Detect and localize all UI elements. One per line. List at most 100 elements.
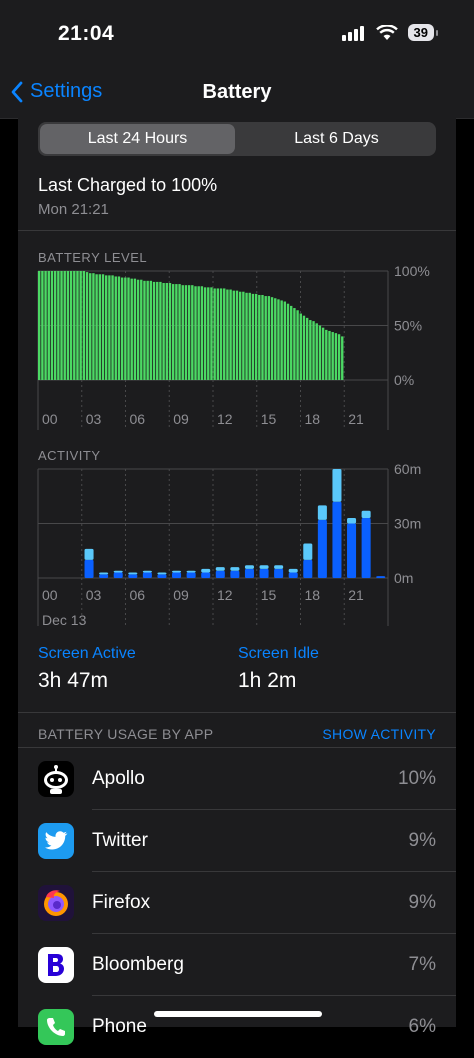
battery-level-bar <box>270 297 274 380</box>
activity-active-bar <box>186 572 196 578</box>
battery-level-bar <box>337 334 341 380</box>
battery-level-bar <box>53 271 57 380</box>
app-row-bloomberg[interactable]: Bloomberg 7% <box>18 934 456 996</box>
battery-level-bar <box>325 329 328 380</box>
battery-level-bar <box>216 288 220 380</box>
battery-level-bar <box>341 336 344 380</box>
battery-level-bar <box>223 288 226 380</box>
wifi-icon <box>375 24 398 40</box>
activity-idle-bar <box>142 570 152 573</box>
battery-level-bar <box>274 298 277 380</box>
x-tick-label: 00 <box>42 411 58 427</box>
battery-level-bar <box>194 286 197 380</box>
battery-level-bar <box>47 271 50 380</box>
activity-active-bar <box>332 501 342 578</box>
y-tick-label: 50% <box>394 318 422 334</box>
last-charged-title: Last Charged to 100% <box>38 175 218 195</box>
home-indicator[interactable] <box>154 1011 322 1017</box>
app-name: Twitter <box>92 830 148 851</box>
battery-level-bar <box>146 280 149 380</box>
battery-level-bar <box>124 277 127 380</box>
battery-level-bar <box>200 286 204 380</box>
screen-idle-value: 1h 2m <box>238 669 297 692</box>
x-tick-label: 21 <box>348 587 364 603</box>
activity-active-bar <box>303 559 313 578</box>
activity-active-bar <box>317 519 327 578</box>
activity-active-bar <box>142 572 152 578</box>
battery-level-bar <box>101 274 105 380</box>
battery-level-bar <box>318 325 322 380</box>
battery-level-bar <box>248 292 251 380</box>
x-tick-label: 03 <box>86 587 102 603</box>
activity-active-bar <box>347 523 357 578</box>
battery-level-bar <box>162 282 165 380</box>
battery-level-bar <box>165 282 168 380</box>
tab-last-24-hours[interactable]: Last 24 Hours <box>40 124 235 154</box>
activity-idle-bar <box>347 518 357 524</box>
battery-level-bar <box>219 288 223 380</box>
battery-level-bar <box>120 277 124 380</box>
battery-level-bar <box>286 303 290 380</box>
battery-level-bar <box>305 317 309 380</box>
x-tick-label: 15 <box>261 411 277 427</box>
app-percentage: 10% <box>397 768 436 789</box>
x-tick-label: 09 <box>173 411 189 427</box>
activity-idle-bar <box>259 565 269 569</box>
activity-idle-bar <box>157 572 167 575</box>
app-row-twitter[interactable]: Twitter 9% <box>18 810 456 872</box>
activity-idle-bar <box>172 570 182 573</box>
battery-level-bar <box>82 271 86 380</box>
battery-level-bar <box>187 285 191 380</box>
battery-level-bar <box>60 271 63 380</box>
activity-chart: 60m 30m 0m 00 03 06 09 12 15 18 21 Dec 13 <box>37 461 421 628</box>
battery-level-bar <box>299 313 302 380</box>
battery-level-bar <box>79 271 82 380</box>
screen-idle-label: Screen Idle <box>238 645 319 662</box>
activity-active-bar <box>84 559 94 578</box>
battery-level-bar <box>117 276 121 380</box>
navigation-bar: Settings Battery <box>0 70 474 119</box>
battery-level-bar <box>133 278 137 380</box>
battery-level-bar <box>232 290 235 380</box>
show-activity-button[interactable]: SHOW ACTIVITY <box>322 726 436 742</box>
battery-level-bar <box>127 277 130 380</box>
apollo-icon <box>38 761 74 797</box>
tab-last-6-days[interactable]: Last 6 Days <box>239 124 434 154</box>
activity-idle-bar <box>186 570 196 573</box>
app-row-firefox[interactable]: Firefox 9% <box>18 872 456 934</box>
status-bar: 21:04 39 <box>0 0 474 70</box>
activity-idle-bar <box>201 568 211 573</box>
battery-level-bar <box>73 271 76 380</box>
battery-level-bar <box>171 284 175 380</box>
battery-level-bar <box>302 315 306 380</box>
battery-level-bar <box>98 274 102 380</box>
battery-level-bar <box>50 271 54 380</box>
y-tick-label: 0% <box>394 372 414 388</box>
battery-level-bar <box>197 286 200 380</box>
battery-content: Last 24 Hours Last 6 Days Last Charged t… <box>18 118 456 1045</box>
battery-level-chart: 100% 50% 0% 00 03 06 09 12 15 18 21 <box>37 263 430 430</box>
time-range-segmented-control: Last 24 Hours Last 6 Days <box>38 122 436 156</box>
battery-level-bar <box>140 279 143 380</box>
battery-level-bar <box>290 305 293 380</box>
y-tick-label: 100% <box>394 263 430 279</box>
app-percentage: 9% <box>408 892 436 913</box>
battery-level-bar <box>238 291 242 380</box>
app-row-apollo[interactable]: Apollo 10% <box>18 748 456 810</box>
battery-level-bar <box>95 274 98 380</box>
battery-level-bar <box>184 285 188 380</box>
battery-level-bar <box>175 284 178 380</box>
page-title: Battery <box>202 81 272 103</box>
activity-idle-bar <box>215 567 225 571</box>
app-row-phone[interactable]: Phone 6% <box>18 996 456 1058</box>
battery-level-bar <box>63 271 66 380</box>
activity-active-bar <box>361 518 371 578</box>
activity-active-bar <box>201 572 211 578</box>
activity-active-bar <box>215 570 225 578</box>
battery-level-bar <box>136 279 140 380</box>
battery-level-bar <box>277 299 280 380</box>
battery-level-bar <box>159 281 162 380</box>
x-tick-label: 18 <box>305 587 321 603</box>
battery-level-bar <box>76 271 79 380</box>
battery-level-bar <box>312 321 315 380</box>
